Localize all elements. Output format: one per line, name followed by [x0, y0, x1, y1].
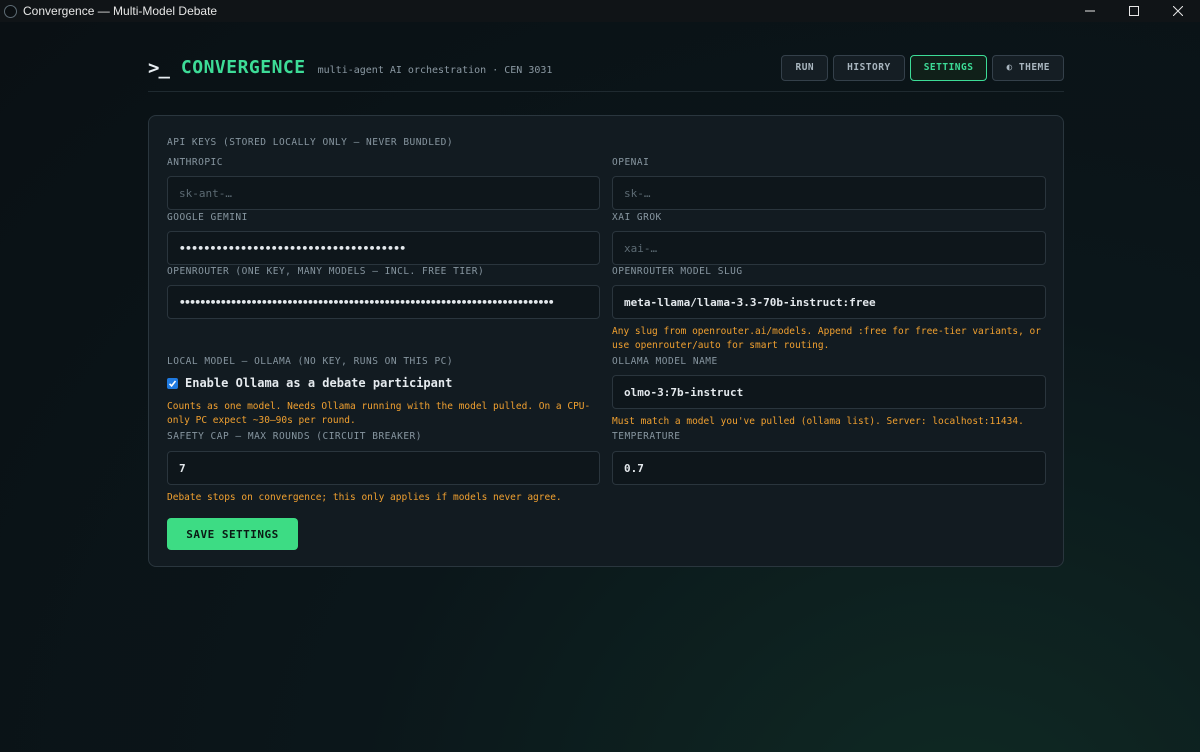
- theme-toggle-button[interactable]: ◐ THEME: [992, 54, 1064, 81]
- ollama-model-input[interactable]: [612, 375, 1046, 409]
- nav-settings-button[interactable]: SETTINGS: [909, 54, 988, 81]
- openrouter-label: OPENROUTER (ONE KEY, MANY MODELS — INCL.…: [167, 266, 485, 277]
- maximize-icon[interactable]: [1112, 0, 1156, 22]
- settings-panel: API KEYS (STORED LOCALLY ONLY — NEVER BU…: [148, 115, 1064, 567]
- local-model-section-label: LOCAL MODEL — OLLAMA (NO KEY, RUNS ON TH…: [167, 356, 454, 367]
- window-title: Convergence — Multi-Model Debate: [23, 4, 218, 18]
- anthropic-key-input[interactable]: [167, 176, 600, 210]
- openrouter-slug-hint: Any slug from openrouter.ai/models. Appe…: [612, 326, 1041, 351]
- ollama-enable-hint: Counts as one model. Needs Ollama runnin…: [167, 401, 591, 426]
- grok-label: XAI GROK: [612, 212, 662, 223]
- openrouter-slug-label: OPENROUTER MODEL SLUG: [612, 266, 743, 277]
- safety-cap-label: SAFETY CAP — MAX ROUNDS (CIRCUIT BREAKER…: [167, 431, 422, 442]
- openrouter-slug-input[interactable]: [612, 285, 1046, 319]
- ollama-model-label: OLLAMA MODEL NAME: [612, 356, 718, 367]
- tagline: multi-agent AI orchestration · CEN 3031: [317, 65, 553, 76]
- openrouter-key-input[interactable]: [167, 285, 600, 319]
- terminal-prompt-icon: >_: [148, 56, 170, 79]
- temperature-input[interactable]: [612, 451, 1046, 485]
- app-icon: [4, 4, 17, 18]
- gemini-label: GOOGLE GEMINI: [167, 212, 248, 223]
- app-header: >_ CONVERGENCE multi-agent AI orchestrat…: [148, 44, 1064, 92]
- save-settings-button[interactable]: SAVE SETTINGS: [167, 518, 298, 550]
- api-keys-section-label: API KEYS (STORED LOCALLY ONLY — NEVER BU…: [167, 137, 454, 148]
- openai-label: OPENAI: [612, 157, 650, 168]
- minimize-icon[interactable]: [1068, 0, 1112, 22]
- safety-cap-hint: Debate stops on convergence; this only a…: [167, 492, 562, 503]
- ollama-enable-row[interactable]: Enable Ollama as a debate participant: [167, 376, 452, 390]
- temperature-label: TEMPERATURE: [612, 431, 681, 442]
- nav-history-button[interactable]: HISTORY: [833, 54, 905, 81]
- nav-run-button[interactable]: RUN: [781, 54, 829, 81]
- gemini-key-input[interactable]: [167, 231, 600, 265]
- openai-key-input[interactable]: [612, 176, 1046, 210]
- grok-key-input[interactable]: [612, 231, 1046, 265]
- window-controls: [1068, 0, 1200, 22]
- ollama-model-hint: Must match a model you've pulled (ollama…: [612, 416, 1024, 427]
- close-icon[interactable]: [1156, 0, 1200, 22]
- window-titlebar: Convergence — Multi-Model Debate: [0, 0, 1200, 22]
- ollama-enable-checkbox[interactable]: [167, 377, 178, 389]
- main-nav: RUN HISTORY SETTINGS ◐ THEME: [781, 54, 1064, 81]
- brand-name: CONVERGENCE: [180, 57, 306, 78]
- ollama-enable-label: Enable Ollama as a debate participant: [185, 376, 453, 390]
- anthropic-label: ANTHROPIC: [167, 157, 223, 168]
- safety-cap-input[interactable]: [167, 451, 600, 485]
